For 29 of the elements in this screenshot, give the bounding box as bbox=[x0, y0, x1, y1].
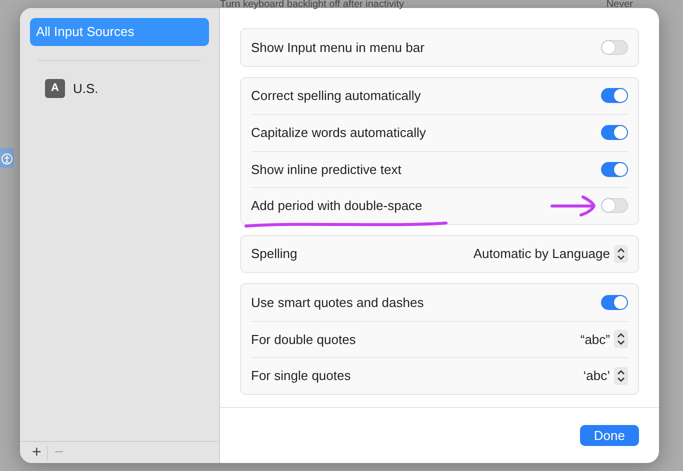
setting-label: For double quotes bbox=[251, 330, 356, 349]
toggle-switch[interactable] bbox=[601, 198, 628, 214]
setting-label: For single quotes bbox=[251, 367, 351, 385]
chevron-updown-icon bbox=[614, 244, 628, 263]
chevron-updown-icon bbox=[614, 330, 628, 348]
setting-label: Show inline predictive text bbox=[251, 160, 402, 179]
toggle-switch[interactable] bbox=[601, 40, 628, 55]
add-button[interactable]: + bbox=[26, 444, 48, 460]
setting-label: Use smart quotes and dashes bbox=[251, 294, 424, 312]
popup-menu[interactable]: ‘abc’ bbox=[583, 366, 628, 386]
setting-label: Spelling bbox=[251, 245, 298, 263]
source-label: U.S. bbox=[72, 80, 98, 98]
chevron-updown-icon bbox=[614, 366, 628, 385]
toggle-switch[interactable] bbox=[601, 125, 628, 140]
setting-label: Capitalize words automatically bbox=[251, 124, 426, 142]
popup-menu[interactable]: “abc” bbox=[580, 330, 628, 349]
setting-label: Turn keyboard backlight off after inactivity bbox=[220, 0, 404, 10]
toggle-switch[interactable] bbox=[601, 294, 628, 310]
popup-menu[interactable]: Automatic by Language bbox=[473, 244, 628, 264]
toggle-switch[interactable] bbox=[601, 88, 628, 104]
setting-label: Show Input menu in menu bar bbox=[251, 38, 424, 57]
sidebar-item[interactable]: A U.S. bbox=[30, 74, 209, 102]
keyboard-layout-icon: A bbox=[45, 79, 65, 98]
accessibility-icon[interactable] bbox=[0, 148, 14, 168]
setting-value: Never bbox=[606, 0, 633, 10]
toggle-switch[interactable] bbox=[601, 162, 628, 177]
done-button[interactable]: Done bbox=[580, 424, 639, 446]
setting-label: Add period with double-space bbox=[251, 197, 422, 215]
setting-label: Correct spelling automatically bbox=[251, 87, 421, 105]
